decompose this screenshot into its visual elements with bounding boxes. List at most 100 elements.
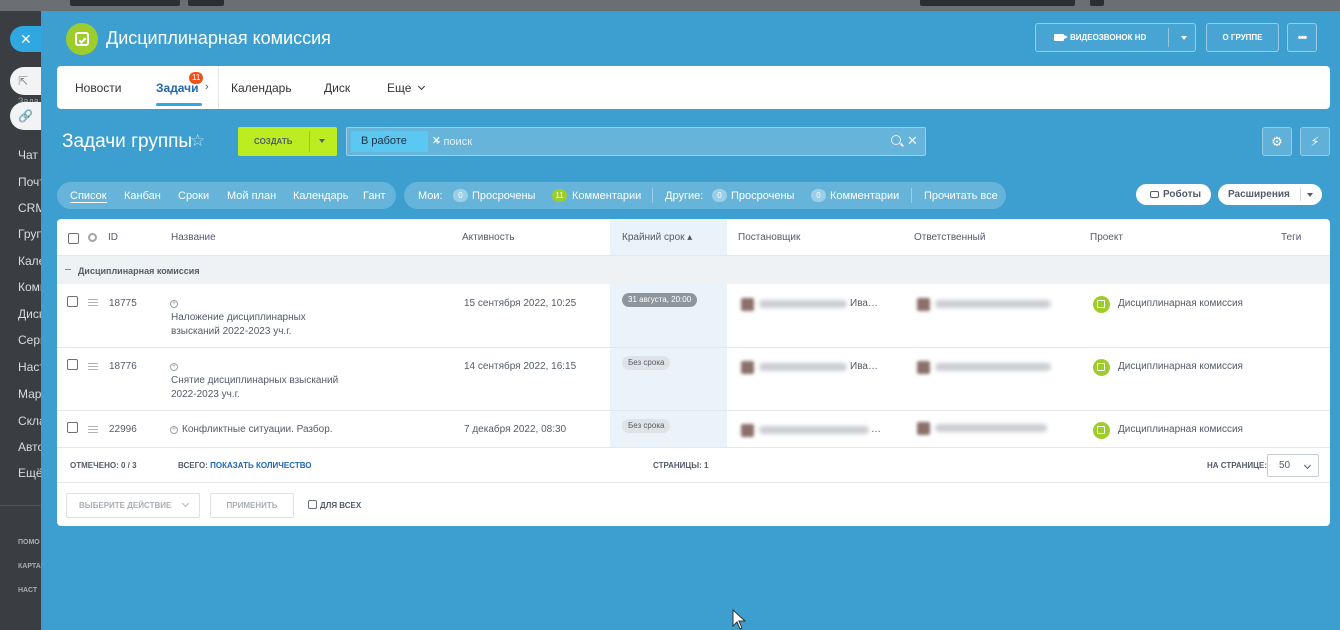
chevron-down-icon[interactable] (1307, 193, 1313, 197)
sidebar-item[interactable]: Наст (18, 360, 41, 374)
row-checkbox[interactable] (67, 359, 78, 370)
top-tab[interactable] (188, 0, 224, 6)
select-all-checkbox[interactable] (68, 233, 79, 244)
sidebar-item[interactable]: Чат и (18, 148, 41, 162)
column-tags[interactable]: Теги (1281, 232, 1301, 243)
robots-button[interactable]: Роботы (1136, 184, 1211, 205)
chevron-down-icon[interactable] (1181, 36, 1187, 40)
star-icon[interactable]: ☆ (190, 131, 205, 151)
creator-name[interactable]: … (871, 424, 881, 435)
collapse-icon[interactable] (65, 269, 71, 270)
for-all-checkbox[interactable] (308, 500, 317, 509)
group-row[interactable]: Дисциплинарная комиссия (57, 256, 1330, 284)
sidebar-item[interactable]: Груп (18, 227, 41, 241)
for-all-option[interactable]: ДЛЯ ВСЕХ (308, 500, 361, 510)
sidebar-bottom-item[interactable]: ПОМО (18, 539, 40, 546)
deadline-tag[interactable]: Без срока (622, 419, 671, 433)
column-activity[interactable]: Активность (462, 232, 515, 243)
avatar[interactable] (741, 298, 754, 311)
sidebar-item[interactable]: Почт (18, 175, 41, 189)
deadline-tag[interactable]: 31 августа, 20:00 (622, 293, 698, 307)
drag-handle-icon[interactable] (88, 299, 98, 306)
top-tab[interactable] (1090, 0, 1104, 6)
video-call-button[interactable]: Видеозвонок HD (1035, 23, 1196, 52)
column-id[interactable]: ID (108, 232, 118, 243)
action-select[interactable]: ВЫБЕРИТЕ ДЕЙСТВИЕ (66, 493, 200, 518)
gear-icon[interactable] (88, 233, 97, 242)
top-tab[interactable] (920, 0, 1075, 6)
add-subtask-icon[interactable]: + (170, 363, 178, 371)
open-in-new-window-button[interactable]: ⇱ (10, 67, 41, 95)
avatar[interactable] (917, 422, 930, 435)
table-row[interactable]: 18776 + Снятие дисциплинарных взысканий … (57, 348, 1330, 411)
view-my-plan[interactable]: Мой план (227, 190, 276, 202)
column-name[interactable]: Название (171, 232, 216, 243)
add-subtask-icon[interactable]: + (170, 426, 178, 434)
column-responsible[interactable]: Ответственный (914, 232, 985, 243)
task-title[interactable]: Наложение дисциплинарных взысканий 2022-… (171, 311, 306, 339)
extensions-button[interactable]: Расширения (1218, 184, 1322, 205)
sidebar-item[interactable]: Авто (18, 440, 41, 454)
project-link[interactable]: Дисциплинарная комиссия (1118, 298, 1243, 309)
avatar[interactable] (741, 361, 754, 374)
settings-button[interactable]: ⚙ (1262, 127, 1292, 156)
counter-others-comments[interactable]: Комментарии (830, 190, 899, 202)
sidebar-item[interactable]: Серв (18, 333, 41, 347)
sidebar-item[interactable]: CRM (18, 201, 41, 215)
close-slider-button[interactable]: ✕ (10, 26, 41, 52)
quick-action-button[interactable]: ⚡ (1300, 127, 1330, 156)
copy-link-button[interactable]: 🔗 (10, 102, 41, 130)
project-link[interactable]: Дисциплинарная комиссия (1118, 361, 1243, 372)
search-icon[interactable] (891, 135, 901, 145)
clear-icon[interactable]: ✕ (907, 133, 918, 149)
filter-search-box[interactable]: В работе ✕ ✕ (346, 127, 926, 156)
column-creator[interactable]: Постановщик (738, 232, 800, 243)
column-deadline[interactable]: Крайний срок ▴ (622, 232, 692, 243)
sidebar-item[interactable]: Диск (18, 307, 41, 321)
drag-handle-icon[interactable] (88, 426, 98, 433)
sidebar-item[interactable]: Марк (18, 387, 41, 401)
project-link[interactable]: Дисциплинарная комиссия (1118, 424, 1243, 435)
view-deadlines[interactable]: Сроки (178, 190, 209, 202)
view-gantt[interactable]: Гант (363, 190, 386, 202)
deadline-tag[interactable]: Без срока (622, 356, 671, 370)
sidebar-item[interactable]: Комп (18, 280, 41, 294)
sidebar-item[interactable]: Кале (18, 254, 41, 268)
avatar[interactable] (917, 361, 930, 374)
sidebar-item[interactable]: Скла (18, 414, 41, 428)
search-input[interactable] (434, 133, 874, 151)
creator-name[interactable]: Ива… (850, 361, 878, 372)
chevron-down-icon[interactable] (319, 139, 325, 143)
counter-mine-comments[interactable]: Комментарии (572, 190, 641, 202)
tab-calendar[interactable]: Календарь (231, 81, 292, 95)
filter-chip[interactable]: В работе ✕ (351, 131, 441, 152)
tab-more[interactable]: Еще (387, 81, 425, 95)
sidebar-bottom-item[interactable]: НАСТ (18, 587, 37, 594)
create-button[interactable]: Создать (238, 127, 337, 156)
avatar[interactable] (917, 298, 930, 311)
about-group-button[interactable]: О группе (1206, 23, 1279, 52)
task-title[interactable]: Снятие дисциплинарных взысканий 2022-202… (171, 374, 338, 402)
table-row[interactable]: 22996 + Конфликтные ситуации. Разбор. 7 … (57, 411, 1330, 448)
apply-button[interactable]: ПРИМЕНИТЬ (210, 493, 294, 518)
show-count-link[interactable]: ПОКАЗАТЬ КОЛИЧЕСТВО (210, 461, 311, 470)
sidebar-item[interactable]: Ещё (18, 466, 41, 480)
tab-disk[interactable]: Диск (324, 81, 350, 95)
row-checkbox[interactable] (67, 422, 78, 433)
counter-mine-overdue[interactable]: Просрочены (472, 190, 535, 202)
more-button[interactable]: ••• (1287, 23, 1317, 52)
read-all-link[interactable]: Прочитать все (924, 190, 998, 202)
sidebar-bottom-item[interactable]: КАРТА (18, 563, 41, 570)
row-checkbox[interactable] (67, 296, 78, 307)
avatar[interactable] (741, 424, 754, 437)
add-subtask-icon[interactable]: + (170, 300, 178, 308)
drag-handle-icon[interactable] (88, 363, 98, 370)
per-page-select[interactable]: 50 (1267, 454, 1319, 477)
tab-news[interactable]: Новости (75, 81, 121, 95)
view-kanban[interactable]: Канбан (124, 190, 161, 202)
counter-others-overdue[interactable]: Просрочены (731, 190, 794, 202)
task-title[interactable]: Конфликтные ситуации. Разбор. (182, 423, 333, 437)
column-project[interactable]: Проект (1090, 232, 1123, 243)
creator-name[interactable]: Ива… (850, 298, 878, 309)
view-list[interactable]: Список (70, 190, 107, 203)
